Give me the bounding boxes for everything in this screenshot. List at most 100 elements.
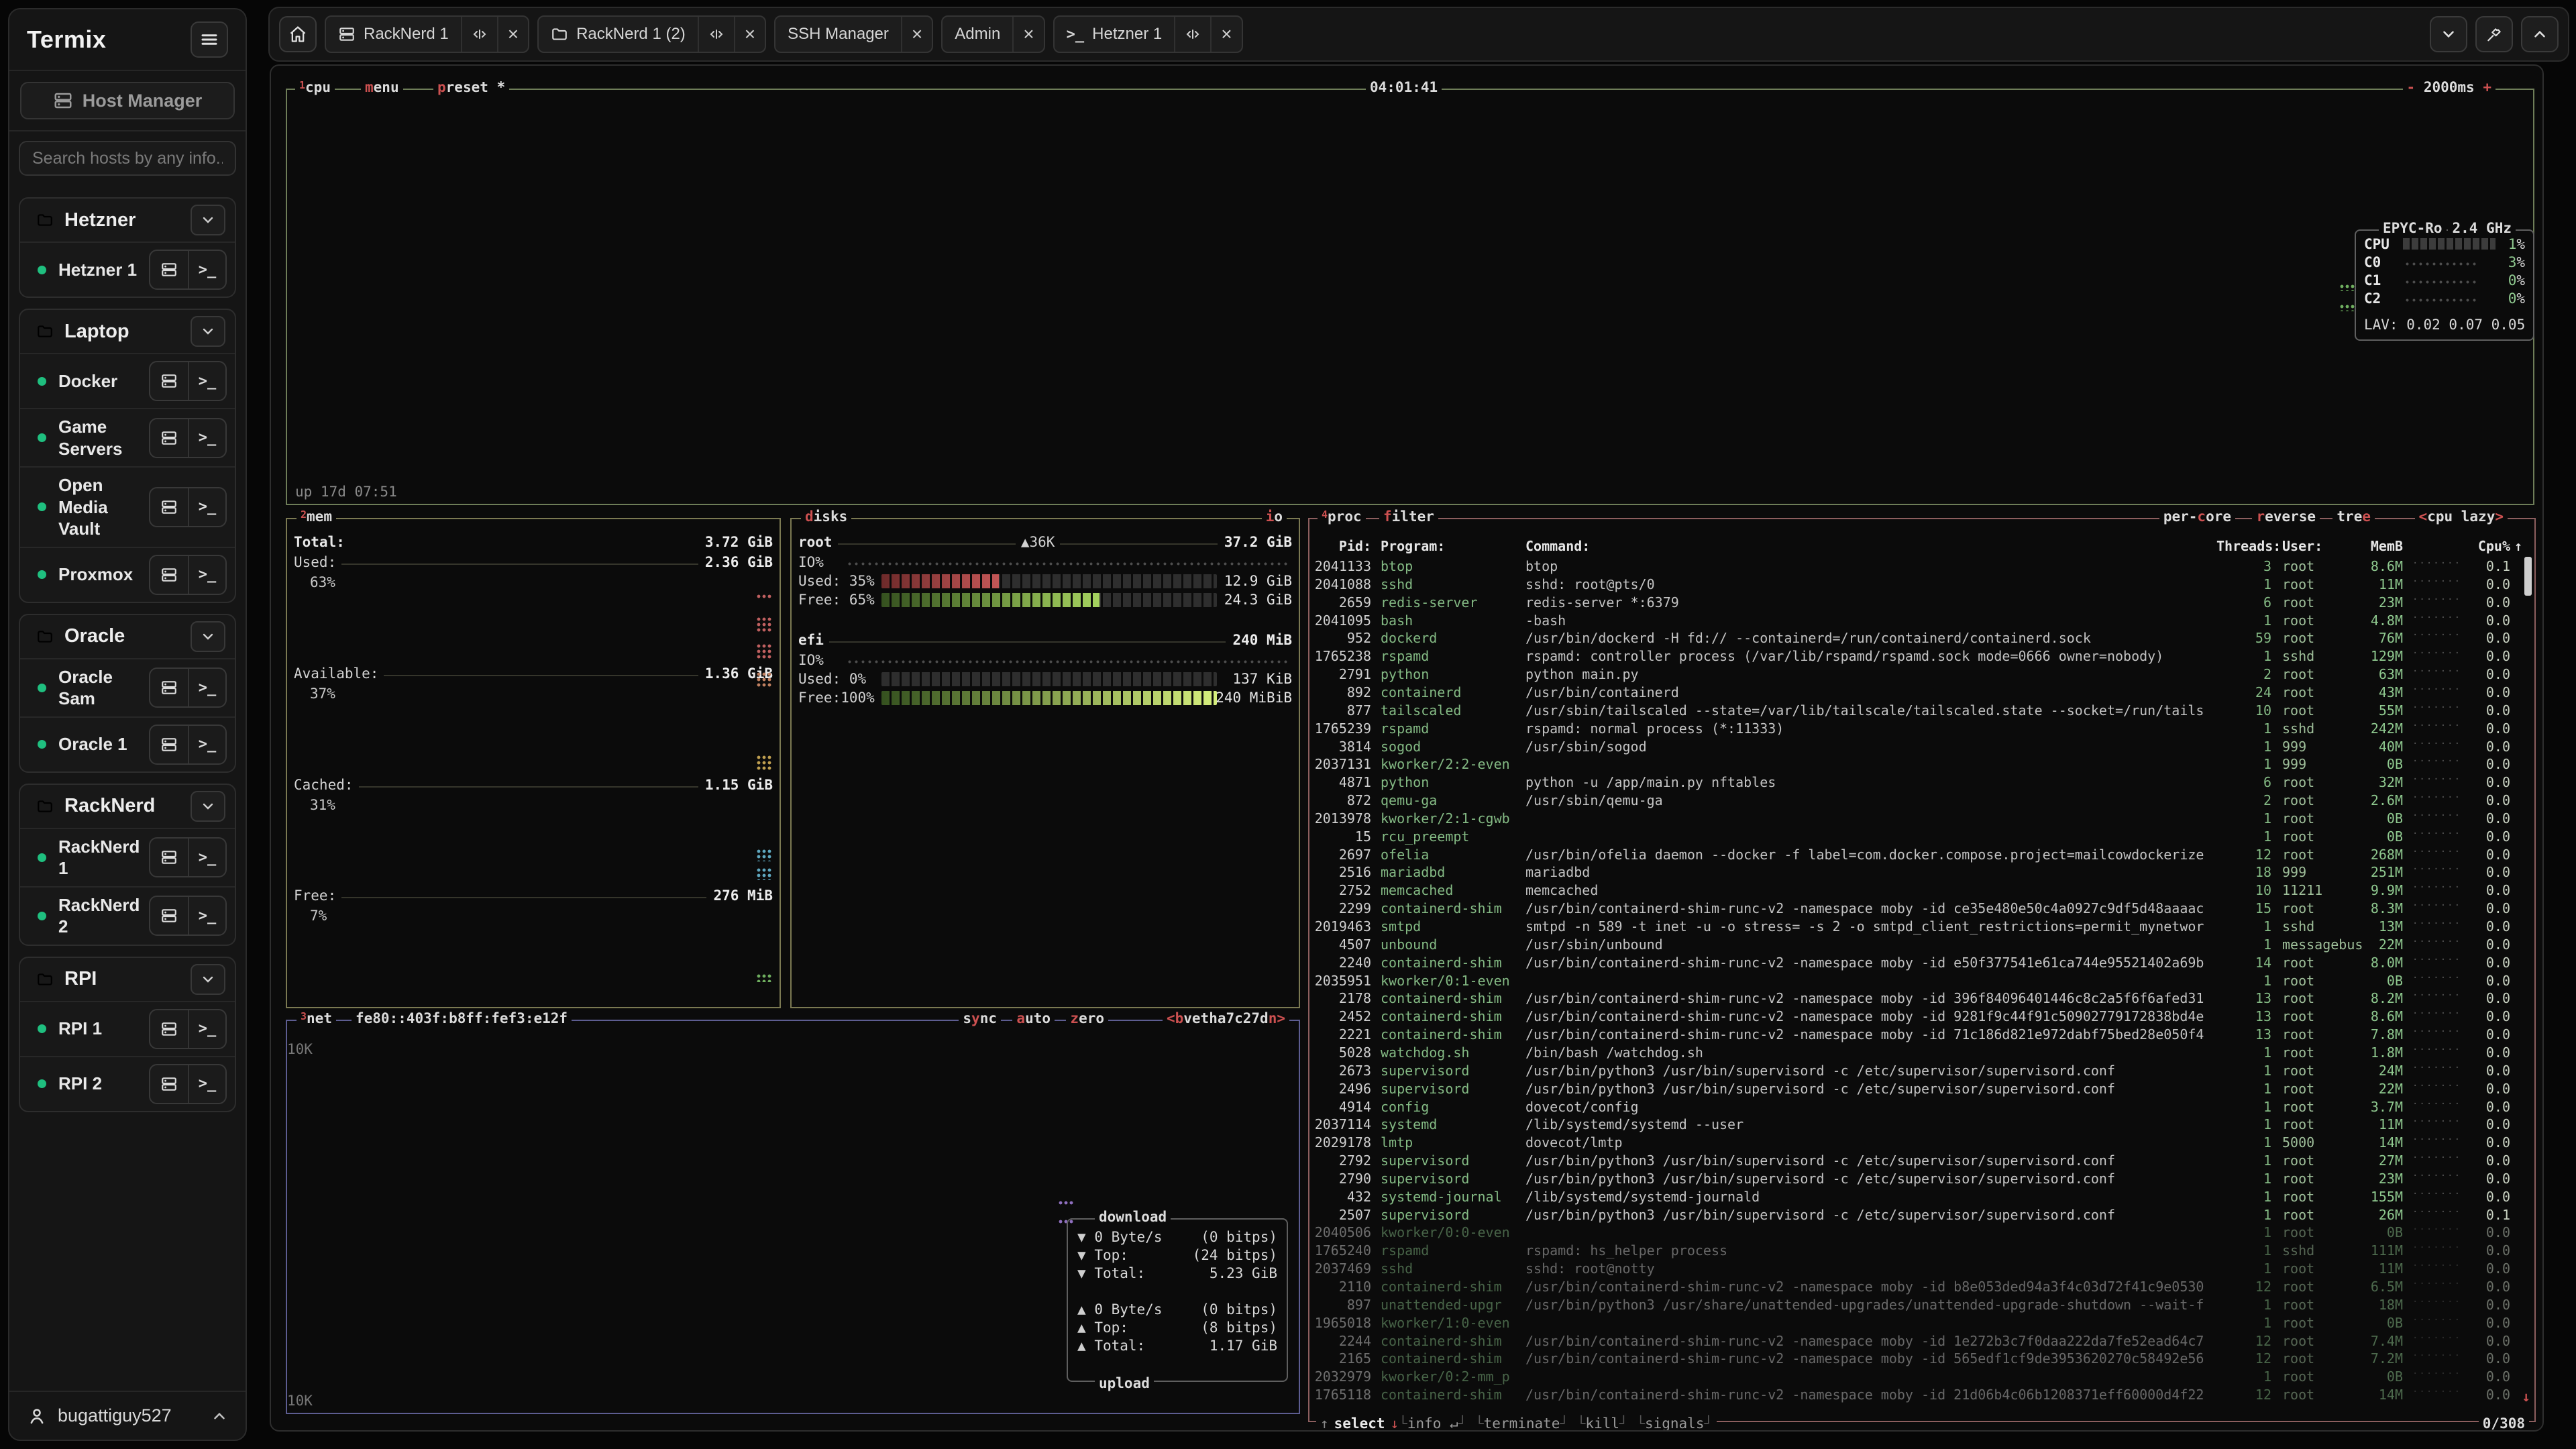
group-collapse-button[interactable]: [191, 964, 225, 995]
host-terminal-button[interactable]: >_: [188, 897, 225, 934]
host-row[interactable]: Open Media Vault>_: [20, 466, 235, 547]
process-row[interactable]: 2013978kworker/2:1-cgwb1root0B·······0.0: [1309, 810, 2534, 828]
process-row[interactable]: 2659redis-serverredis-server *:63796root…: [1309, 594, 2534, 612]
process-row[interactable]: 1765239rspamdrspamd: normal process (*:1…: [1309, 720, 2534, 739]
proc-tree-toggle[interactable]: tree: [2332, 508, 2375, 525]
process-row[interactable]: 2037131kworker/2:2-even19990B·······0.0: [1309, 756, 2534, 774]
process-row[interactable]: 2792supervisord/usr/bin/python3 /usr/bin…: [1309, 1152, 2534, 1171]
process-row[interactable]: 2041088sshdsshd: root@pts/01root11M·····…: [1309, 576, 2534, 594]
process-row[interactable]: 1765118containerd-shim/usr/bin/container…: [1309, 1387, 2534, 1405]
tab-split-button[interactable]: [698, 17, 734, 52]
host-manager-button[interactable]: Host Manager: [20, 82, 235, 119]
host-row[interactable]: RPI 1>_: [20, 1001, 235, 1056]
host-manager-icon-button[interactable]: [150, 362, 188, 400]
tab-label-segment[interactable]: RackNerd 1: [326, 17, 461, 52]
process-row[interactable]: 1765238rspamdrspamd: controller process …: [1309, 648, 2534, 666]
process-row[interactable]: 2221containerd-shim/usr/bin/containerd-s…: [1309, 1026, 2534, 1044]
cpu-preset-button[interactable]: preset *: [433, 79, 509, 95]
process-row[interactable]: 892containerd/usr/bin/containerd24root43…: [1309, 684, 2534, 702]
scroll-down-button[interactable]: [2430, 16, 2467, 52]
tab-close-button[interactable]: ×: [1012, 17, 1043, 52]
host-manager-icon-button[interactable]: [150, 488, 188, 526]
proc-sort-selector[interactable]: < cpu lazy >: [2415, 508, 2508, 525]
host-row[interactable]: Game Servers>_: [20, 408, 235, 466]
group-collapse-button[interactable]: [191, 205, 225, 235]
proc-reverse-toggle[interactable]: reverse: [2252, 508, 2320, 525]
process-row[interactable]: 872qemu-ga/usr/sbin/qemu-ga2root2.6M····…: [1309, 792, 2534, 810]
process-row[interactable]: 2041133btopbtop3root8.6M·······0.1: [1309, 558, 2534, 576]
host-manager-icon-button[interactable]: [150, 419, 188, 457]
tab-label-segment[interactable]: RackNerd 1 (2): [539, 17, 698, 52]
process-row[interactable]: 2791pythonpython main.py2root63M·······0…: [1309, 666, 2534, 684]
process-row[interactable]: 2037469sshdsshd: root@notty1root11M·····…: [1309, 1260, 2534, 1279]
process-row[interactable]: 2752memcachedmemcached10112119.9M·······…: [1309, 882, 2534, 900]
process-row[interactable]: 3814sogod/usr/sbin/sogod199940M·······0.…: [1309, 739, 2534, 757]
host-row[interactable]: RPI 2>_: [20, 1056, 235, 1111]
host-row[interactable]: Proxmox>_: [20, 547, 235, 602]
process-row[interactable]: 2178containerd-shim/usr/bin/containerd-s…: [1309, 990, 2534, 1008]
proc-scrollbar[interactable]: [2524, 557, 2532, 596]
scroll-up-button[interactable]: [2521, 16, 2559, 52]
process-row[interactable]: 4871pythonpython -u /app/main.py nftable…: [1309, 774, 2534, 792]
host-row[interactable]: Oracle Sam>_: [20, 658, 235, 716]
host-terminal-button[interactable]: >_: [188, 362, 225, 400]
process-row[interactable]: 2029178lmtpdovecot/lmtp1500014M·······0.…: [1309, 1134, 2534, 1152]
proc-filter-button[interactable]: filter: [1379, 508, 1438, 525]
tab-split-button[interactable]: [461, 17, 497, 52]
host-group-header[interactable]: RackNerd: [20, 785, 235, 828]
process-row[interactable]: 952dockerd/usr/bin/dockerd -H fd:// --co…: [1309, 630, 2534, 648]
process-row[interactable]: 2496supervisord/usr/bin/python3 /usr/bin…: [1309, 1081, 2534, 1099]
host-terminal-button[interactable]: >_: [188, 839, 225, 876]
process-row[interactable]: 2037114systemd/lib/systemd/systemd --use…: [1309, 1116, 2534, 1134]
process-row[interactable]: 2507supervisord/usr/bin/python3 /usr/bin…: [1309, 1207, 2534, 1225]
tab-label-segment[interactable]: Admin: [943, 17, 1012, 52]
host-terminal-button[interactable]: >_: [188, 251, 225, 288]
tab-close-button[interactable]: ×: [901, 17, 932, 52]
group-collapse-button[interactable]: [191, 791, 225, 822]
tab-split-button[interactable]: [1174, 17, 1210, 52]
process-row[interactable]: 1965018kworker/1:0-even1root0B·······0.0: [1309, 1315, 2534, 1333]
net-sync-toggle[interactable]: sync: [959, 1010, 1001, 1026]
tab-close-button[interactable]: ×: [497, 17, 528, 52]
process-row[interactable]: 2516mariadbdmariadbd18999251M·······0.0: [1309, 864, 2534, 882]
tab-label-segment[interactable]: >_Hetzner 1: [1055, 17, 1175, 52]
tools-button[interactable]: [2475, 16, 2513, 52]
host-manager-icon-button[interactable]: [150, 669, 188, 706]
process-row[interactable]: 2041095bash-bash1root4.8M·······0.0: [1309, 612, 2534, 631]
process-row[interactable]: 2035951kworker/0:1-even1root0B·······0.0: [1309, 973, 2534, 991]
process-row[interactable]: 4914configdovecot/config1root3.7M·······…: [1309, 1099, 2534, 1117]
process-row[interactable]: 2299containerd-shim/usr/bin/containerd-s…: [1309, 900, 2534, 918]
tab-close-button[interactable]: ×: [734, 17, 765, 52]
menu-button[interactable]: [191, 21, 228, 58]
process-row[interactable]: 2790supervisord/usr/bin/python3 /usr/bin…: [1309, 1171, 2534, 1189]
process-table[interactable]: 2041133btopbtop3root8.6M·······0.1204108…: [1309, 558, 2534, 1409]
proc-percore-toggle[interactable]: per-core: [2159, 508, 2235, 525]
process-row[interactable]: 2452containerd-shim/usr/bin/containerd-s…: [1309, 1008, 2534, 1026]
host-manager-icon-button[interactable]: [150, 897, 188, 934]
search-input[interactable]: [19, 141, 236, 176]
process-row[interactable]: 5028watchdog.sh/bin/bash /watchdog.sh1ro…: [1309, 1044, 2534, 1063]
process-row[interactable]: 2040506kworker/0:0-even1root0B·······0.0: [1309, 1224, 2534, 1242]
host-group-header[interactable]: RPI: [20, 958, 235, 1001]
proc-footer-actions[interactable]: ↑ select ↓ └info ↵┘ └terminate┘ └kill┘ └…: [1316, 1415, 1717, 1432]
process-row[interactable]: 2110containerd-shim/usr/bin/containerd-s…: [1309, 1279, 2534, 1297]
group-collapse-button[interactable]: [191, 316, 225, 347]
host-manager-icon-button[interactable]: [150, 839, 188, 876]
host-manager-icon-button[interactable]: [150, 726, 188, 763]
process-row[interactable]: 897unattended-upgr/usr/bin/python3 /usr/…: [1309, 1297, 2534, 1315]
host-group-header[interactable]: Oracle: [20, 615, 235, 658]
host-row[interactable]: Oracle 1>_: [20, 716, 235, 771]
host-manager-icon-button[interactable]: [150, 251, 188, 288]
host-row[interactable]: RackNerd 2>_: [20, 886, 235, 945]
group-collapse-button[interactable]: [191, 621, 225, 652]
cpu-menu-button[interactable]: menu: [361, 79, 403, 95]
host-manager-icon-button[interactable]: [150, 1010, 188, 1048]
tab-label-segment[interactable]: SSH Manager: [775, 17, 901, 52]
host-terminal-button[interactable]: >_: [188, 419, 225, 457]
process-row[interactable]: 1765240rspamdrspamd: hs_helper process1s…: [1309, 1242, 2534, 1260]
process-row[interactable]: 2240containerd-shim/usr/bin/containerd-s…: [1309, 955, 2534, 973]
process-row[interactable]: 4507unbound/usr/sbin/unbound1messagebus2…: [1309, 936, 2534, 955]
process-row[interactable]: 2244containerd-shim/usr/bin/containerd-s…: [1309, 1333, 2534, 1351]
process-row[interactable]: 2019463smtpdsmtpd -n 589 -t inet -u -o s…: [1309, 918, 2534, 936]
user-footer[interactable]: bugattiguy527: [9, 1391, 246, 1440]
